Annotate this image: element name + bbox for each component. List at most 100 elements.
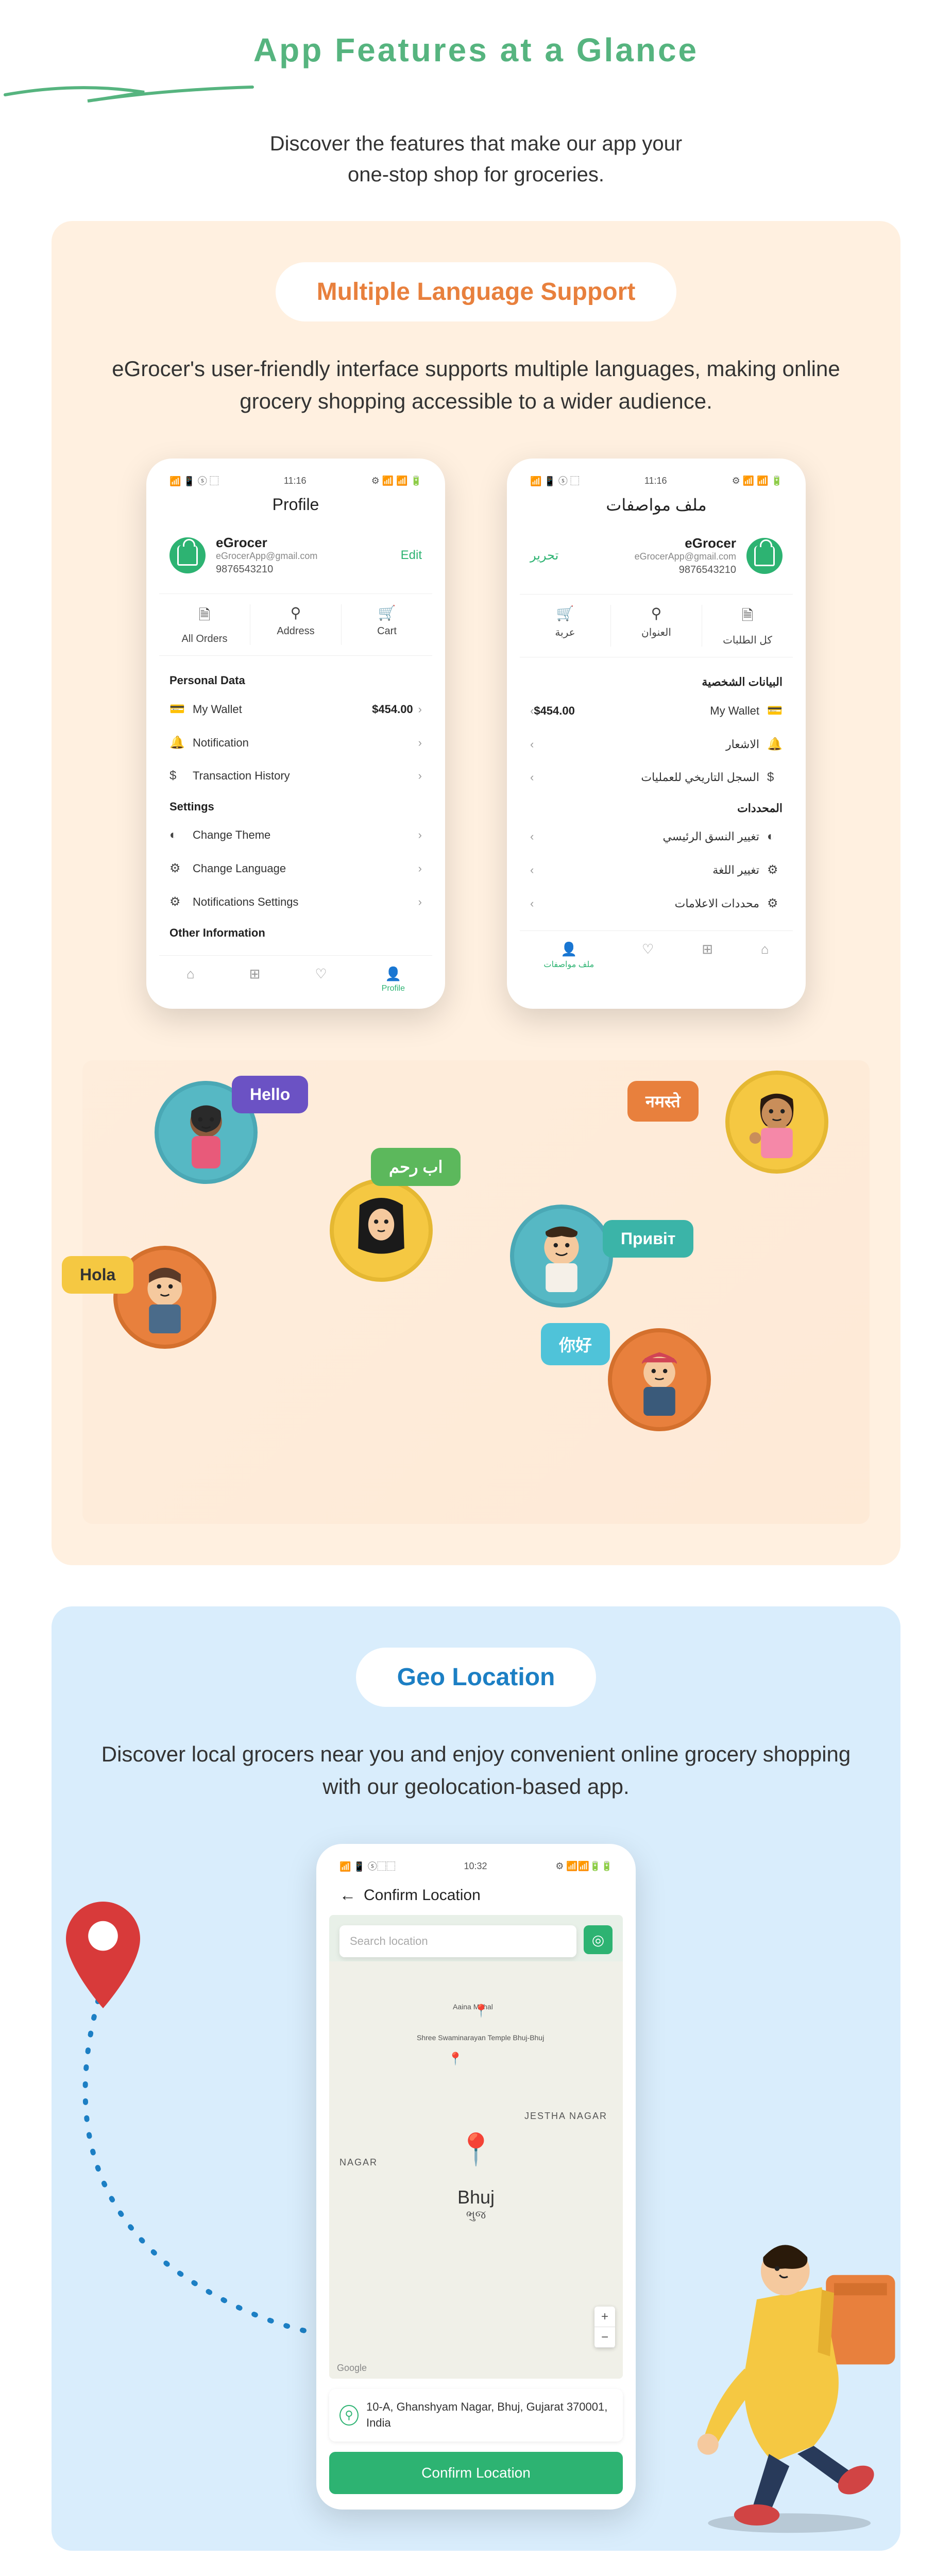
notification-item[interactable]: 🔔Notification›: [159, 726, 432, 759]
wallet-item[interactable]: 💳My Wallet$454.00‹: [520, 694, 793, 727]
language-icon: ⚙: [767, 862, 783, 877]
screen-title: ملف مواصفات: [520, 495, 793, 515]
nav-profile[interactable]: 👤ملف مواصفات: [543, 941, 594, 970]
chevron-left-icon: ‹: [530, 738, 534, 751]
nav-grid[interactable]: ⊞: [702, 941, 713, 970]
greeting-hola: Hola: [62, 1256, 133, 1294]
status-bar: 📶 📱 ⓢ⬚⬚ 10:32 ⚙ 📶📶🔋🔋: [329, 1859, 623, 1880]
greeting-namaste: नमस्ते: [627, 1081, 699, 1122]
edit-button[interactable]: Edit: [401, 548, 422, 563]
profile-name: eGrocer: [569, 535, 736, 551]
transaction-item[interactable]: $السجل التاريخي للعمليات‹: [520, 761, 793, 794]
notification-item[interactable]: 🔔الاشعار‹: [520, 727, 793, 761]
map-area-label: NAGAR: [339, 2157, 378, 2168]
nav-grid[interactable]: ⊞: [249, 966, 261, 993]
zoom-in-button[interactable]: +: [594, 2307, 615, 2327]
map-zoom-controls: + −: [594, 2307, 615, 2348]
cart-icon: 🛒: [520, 605, 610, 622]
theme-item[interactable]: ◐Change Theme›: [159, 819, 432, 852]
notif-settings-item[interactable]: ⚙محددات الاعلامات‹: [520, 887, 793, 920]
section-settings: المحددات: [520, 794, 793, 820]
theme-icon: ◐: [767, 829, 783, 844]
locate-button[interactable]: ◎: [584, 1925, 613, 1954]
chevron-right-icon: ›: [418, 736, 422, 750]
profile-name: eGrocer: [216, 535, 390, 551]
avatar: [169, 537, 206, 573]
address-text: 10-A, Ghanshyam Nagar, Bhuj, Gujarat 370…: [366, 2399, 613, 2431]
nav-favorites[interactable]: ♡: [315, 966, 327, 993]
chevron-left-icon: ‹: [530, 771, 534, 784]
feature-desc: Discover local grocers near you and enjo…: [82, 1738, 870, 1803]
nav-favorites[interactable]: ♡: [642, 941, 654, 970]
confirm-location-button[interactable]: Confirm Location: [329, 2452, 623, 2494]
wallet-icon: 💳: [169, 702, 185, 717]
chevron-left-icon: ‹: [530, 830, 534, 843]
cart-button[interactable]: 🛒Cart: [342, 604, 432, 645]
language-item[interactable]: ⚙Change Language›: [159, 852, 432, 885]
section-other: Other Information: [159, 919, 432, 945]
map-pin-icon: [57, 1895, 149, 2019]
google-logo: Google: [337, 2363, 367, 2374]
nav-profile[interactable]: 👤Profile: [382, 966, 405, 993]
cart-icon: 🛒: [342, 604, 432, 621]
chevron-left-icon: ‹: [530, 897, 534, 910]
chevron-left-icon: ‹: [530, 704, 534, 718]
orders-icon: 🗎: [702, 605, 793, 630]
profile-header: eGrocer eGrocerApp@gmail.com 9876543210 …: [520, 528, 793, 584]
screen-title: Profile: [159, 495, 432, 514]
edit-button[interactable]: تحرير: [530, 548, 558, 563]
poi-pin-icon: 📍: [473, 2004, 489, 2019]
wallet-icon: 💳: [767, 703, 783, 718]
chevron-left-icon: ‹: [530, 863, 534, 877]
screen-title: Confirm Location: [364, 1887, 481, 1904]
section-personal-data: Personal Data: [159, 666, 432, 692]
feature-card-language: Multiple Language Support eGrocer's user…: [52, 221, 900, 1565]
language-item[interactable]: ⚙تغيير اللغة‹: [520, 853, 793, 887]
nav-home[interactable]: ⌂: [186, 966, 195, 993]
wallet-item[interactable]: 💳My Wallet$454.00›: [159, 692, 432, 726]
transaction-item[interactable]: $Transaction History›: [159, 759, 432, 792]
dollar-icon: $: [767, 770, 783, 785]
all-orders-button[interactable]: 🗎All Orders: [159, 604, 250, 645]
orders-icon: 🗎: [159, 604, 250, 629]
feature-desc: eGrocer's user-friendly interface suppor…: [82, 352, 870, 417]
feature-title: Multiple Language Support: [317, 278, 636, 306]
back-button[interactable]: ←: [339, 1886, 356, 1905]
dollar-icon: $: [169, 769, 185, 783]
settings-icon: ⚙: [169, 894, 185, 909]
nav-home[interactable]: ⌂: [761, 941, 769, 970]
profile-email: eGrocerApp@gmail.com: [569, 551, 736, 562]
address-button[interactable]: ⚲Address: [250, 604, 342, 645]
address-button[interactable]: ⚲العنوان: [610, 605, 702, 647]
notif-settings-item[interactable]: ⚙Notifications Settings›: [159, 885, 432, 919]
section-personal-data: البيانات الشخصية: [520, 668, 793, 694]
map-view[interactable]: Search location ◎ Aaina Mahal Shree Swam…: [329, 1915, 623, 2379]
poi-pin-icon: 📍: [448, 2052, 463, 2066]
settings-icon: ⚙: [767, 896, 783, 911]
search-input[interactable]: Search location: [339, 1925, 576, 1957]
profile-email: eGrocerApp@gmail.com: [216, 551, 390, 562]
section-settings: Settings: [159, 792, 432, 819]
chevron-right-icon: ›: [418, 895, 422, 909]
zoom-out-button[interactable]: −: [594, 2327, 615, 2348]
address-icon: ⚲: [250, 604, 341, 621]
language-icon: ⚙: [169, 861, 185, 876]
greeting-nihao: 你好: [541, 1323, 610, 1365]
feature-title: Geo Location: [397, 1663, 555, 1691]
location-pin-icon: 📍: [457, 2131, 496, 2167]
all-orders-button[interactable]: 🗎كل الطلبات: [702, 605, 793, 647]
profile-header: eGrocer eGrocerApp@gmail.com 9876543210 …: [159, 527, 432, 583]
phone-mockup-map: 📶 📱 ⓢ⬚⬚ 10:32 ⚙ 📶📶🔋🔋 ← Confirm Location …: [316, 1844, 636, 2510]
theme-icon: ◐: [169, 828, 185, 842]
title-underline: [0, 79, 258, 105]
bell-icon: 🔔: [767, 737, 783, 752]
greeting-pryvit: Привіт: [603, 1220, 693, 1258]
feature-title-box: Multiple Language Support: [276, 262, 677, 321]
status-bar: 📶 📱 ⓢ ⬚ 11:16 ⚙ 📶 📶 🔋: [520, 474, 793, 495]
theme-item[interactable]: ◐تغيير النسق الرئيسي‹: [520, 820, 793, 853]
cart-button[interactable]: 🛒عربة: [520, 605, 610, 647]
city-label: Bhuj: [457, 2187, 495, 2208]
feature-title-box: Geo Location: [356, 1648, 597, 1707]
location-icon: ⚲: [339, 2405, 359, 2426]
feature-card-geolocation: Geo Location Discover local grocers near…: [52, 1606, 900, 2551]
